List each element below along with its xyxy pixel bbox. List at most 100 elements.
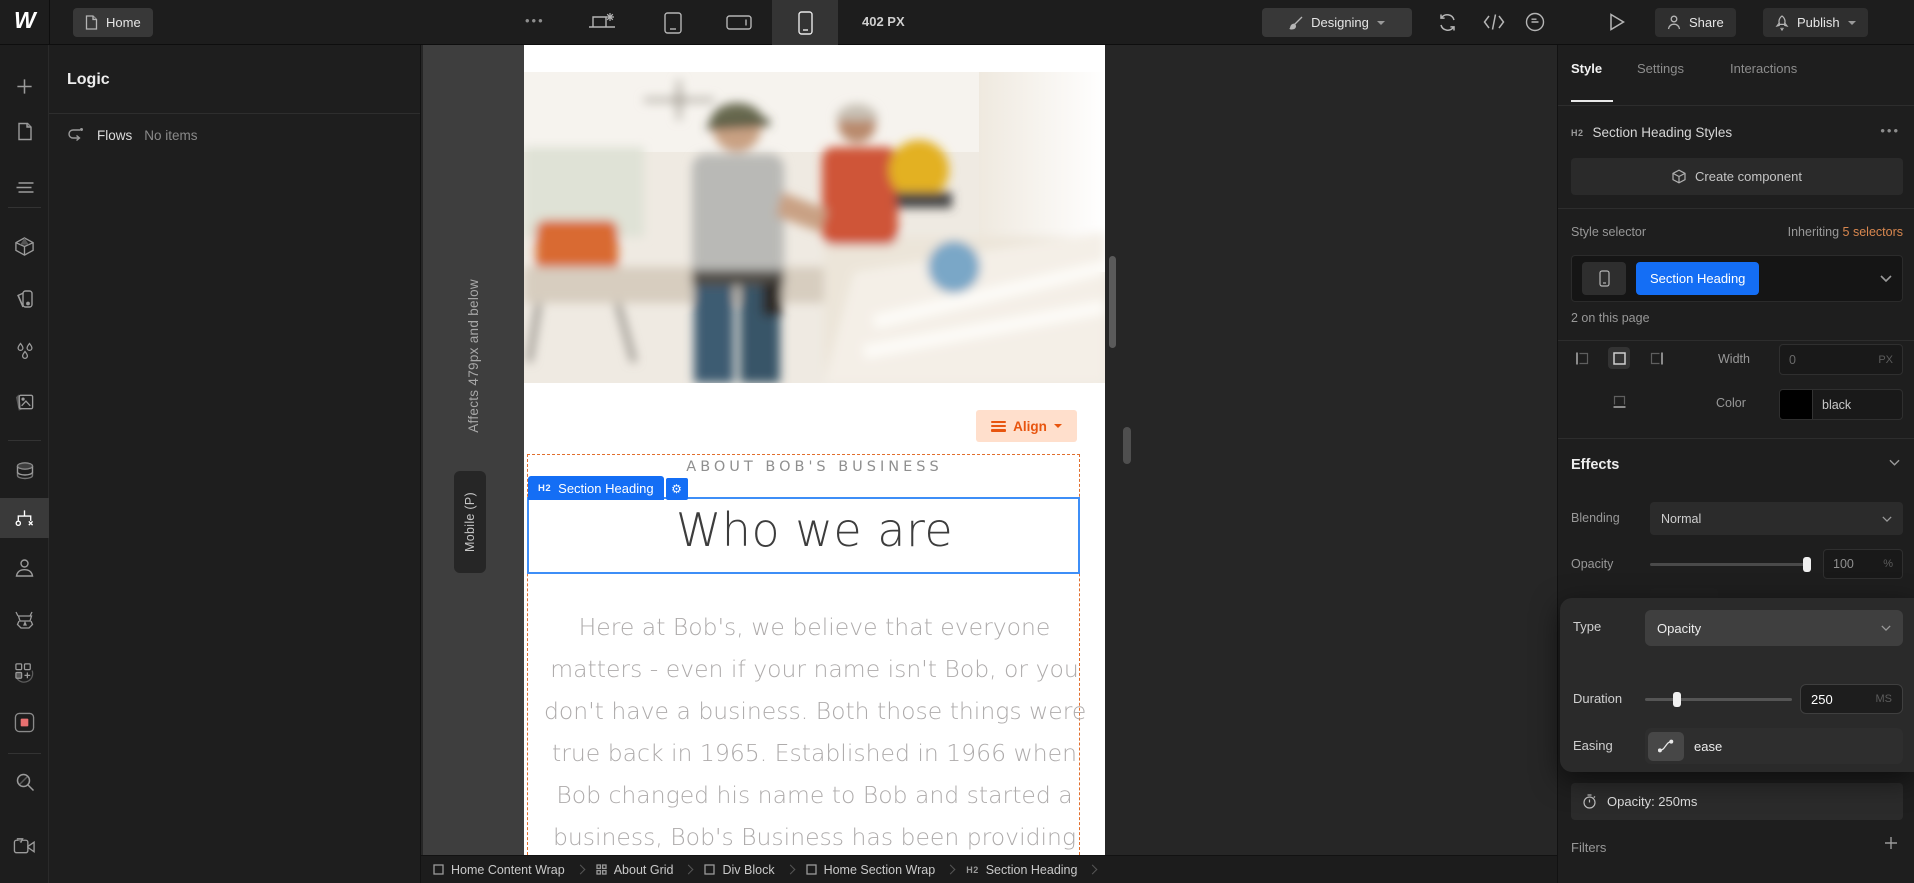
comments-icon[interactable] <box>1525 12 1545 32</box>
chevron-down-icon <box>1847 20 1856 25</box>
bezier-curve-icon[interactable] <box>1648 731 1684 761</box>
webflow-designer: W Home ••• 402 PX Designing Share Publis… <box>0 0 1914 883</box>
breakpoint-phone-chip[interactable] <box>1582 262 1626 295</box>
tab-style[interactable]: Style <box>1571 61 1602 76</box>
box-icon <box>433 864 444 875</box>
border-width-input[interactable]: 0 PX <box>1779 344 1903 375</box>
selector-pill[interactable]: Section Heading <box>1636 262 1760 295</box>
components-icon[interactable] <box>0 226 49 266</box>
left-toolbar <box>0 45 49 883</box>
video-tutorials-icon[interactable] <box>0 826 49 866</box>
publish-label: Publish <box>1797 15 1840 30</box>
breadcrumb-item-current[interactable]: H2 Section Heading <box>962 863 1081 877</box>
breakpoint-phone-landscape-icon[interactable] <box>726 15 752 30</box>
pages-icon[interactable] <box>0 111 49 151</box>
border-left-icon[interactable] <box>1571 347 1593 369</box>
flows-row[interactable]: Flows No items <box>67 127 198 143</box>
sync-icon[interactable] <box>1437 12 1458 33</box>
mode-dropdown[interactable]: Designing <box>1262 8 1412 37</box>
border-color-input[interactable]: black <box>1779 389 1903 420</box>
chevron-down-icon[interactable] <box>1889 459 1900 466</box>
breadcrumb-separator <box>1088 864 1098 875</box>
page-select-button[interactable]: Home <box>73 8 153 37</box>
breadcrumb-item[interactable]: About Grid <box>592 863 678 877</box>
grid-icon <box>596 864 607 875</box>
duration-slider[interactable] <box>1645 692 1792 707</box>
page-icon <box>85 15 98 30</box>
border-bottom-icon[interactable] <box>1608 390 1630 412</box>
border-all-icon[interactable] <box>1608 347 1630 369</box>
preview-play-icon[interactable] <box>1608 12 1626 32</box>
breakpoint-tablet-icon[interactable] <box>662 11 684 35</box>
divider <box>8 753 41 754</box>
add-elements-icon[interactable] <box>0 66 49 106</box>
navigator-icon[interactable] <box>0 167 49 207</box>
tab-settings[interactable]: Settings <box>1637 61 1684 76</box>
transition-list-item[interactable]: Opacity: 250ms <box>1571 783 1903 820</box>
duration-slider-thumb[interactable] <box>1673 692 1681 707</box>
selected-element-badge[interactable]: H2 Section Heading ⚙ <box>528 476 688 500</box>
chevron-down-icon <box>1053 424 1062 428</box>
transition-type-select[interactable]: Opacity <box>1645 610 1903 646</box>
users-icon[interactable] <box>0 548 49 588</box>
apps-icon[interactable] <box>0 652 49 692</box>
ecommerce-icon[interactable] <box>0 600 49 640</box>
code-icon[interactable] <box>1483 13 1505 31</box>
width-label: Width <box>1718 352 1750 366</box>
duration-input[interactable]: 250 MS <box>1800 684 1903 714</box>
record-icon[interactable] <box>0 702 49 742</box>
tab-interactions[interactable]: Interactions <box>1730 61 1797 76</box>
logic-panel: Logic Flows No items <box>49 45 421 883</box>
section-paragraph[interactable]: Here at Bob's, we believe that everyone … <box>544 606 1086 855</box>
opacity-slider[interactable] <box>1650 557 1811 572</box>
create-component-button[interactable]: Create component <box>1571 158 1903 195</box>
divider <box>49 0 50 45</box>
style-panel: Style Settings Interactions H2 Section H… <box>1557 45 1914 883</box>
search-icon[interactable] <box>0 762 49 802</box>
assets-icon[interactable] <box>0 382 49 422</box>
inherited-selectors-link: 5 selectors <box>1842 225 1903 239</box>
page-viewport: Align ABOUT BOB'S BUSINESS H2 Section He… <box>524 45 1105 855</box>
color-swatch[interactable] <box>1780 390 1813 419</box>
rocket-icon <box>1775 14 1789 31</box>
element-badge-label[interactable]: H2 Section Heading <box>528 476 664 500</box>
transition-editor-popover: Type Opacity Duration 250 MS Easing ease <box>1560 598 1914 772</box>
share-button[interactable]: Share <box>1655 8 1736 37</box>
libraries-icon[interactable] <box>0 279 49 319</box>
mode-label: Designing <box>1311 15 1369 30</box>
element-settings-gear-icon[interactable]: ⚙ <box>665 478 688 500</box>
easing-select[interactable]: ease <box>1645 728 1903 764</box>
publish-button[interactable]: Publish <box>1763 8 1868 37</box>
inheriting-info[interactable]: Inheriting 5 selectors <box>1788 225 1903 239</box>
section-heading-text[interactable]: Who we are <box>524 503 1105 557</box>
webflow-logo-icon[interactable]: W <box>14 7 36 34</box>
breadcrumb-item[interactable]: Div Block <box>700 863 778 877</box>
breadcrumb-item[interactable]: Home Section Wrap <box>802 863 940 877</box>
hero-image[interactable] <box>524 72 1105 383</box>
divider <box>1558 105 1914 106</box>
breakpoint-desktop-icon[interactable] <box>588 11 618 33</box>
box-icon <box>704 864 716 875</box>
cms-icon[interactable] <box>0 451 49 491</box>
breakpoint-phone-portrait-active[interactable] <box>772 0 838 45</box>
blending-select[interactable]: Normal <box>1650 502 1903 535</box>
style-selector-field[interactable]: Section Heading <box>1571 255 1903 302</box>
more-breakpoints-icon[interactable]: ••• <box>525 13 545 28</box>
divider <box>49 113 420 114</box>
canvas-resize-handle[interactable] <box>1123 427 1131 464</box>
canvas-scrollbar[interactable] <box>1109 256 1116 348</box>
chevron-down-icon[interactable] <box>1880 275 1892 282</box>
breadcrumb-item[interactable]: Home Content Wrap <box>429 863 569 877</box>
variables-icon[interactable] <box>0 331 49 371</box>
border-right-icon[interactable] <box>1645 347 1667 369</box>
section-eyebrow-text[interactable]: ABOUT BOB'S BUSINESS <box>524 459 1105 475</box>
hidden-row-peek <box>1650 588 1718 598</box>
logic-icon-active[interactable] <box>0 498 49 538</box>
add-filter-icon[interactable] <box>1884 836 1898 850</box>
opacity-input[interactable]: 100 % <box>1823 549 1903 579</box>
more-options-icon[interactable]: ••• <box>1880 123 1900 138</box>
divider <box>8 207 41 208</box>
breakpoint-name-badge[interactable]: Mobile (P) <box>454 471 486 573</box>
align-dropdown-button[interactable]: Align <box>976 410 1077 442</box>
opacity-slider-thumb[interactable] <box>1803 557 1811 572</box>
